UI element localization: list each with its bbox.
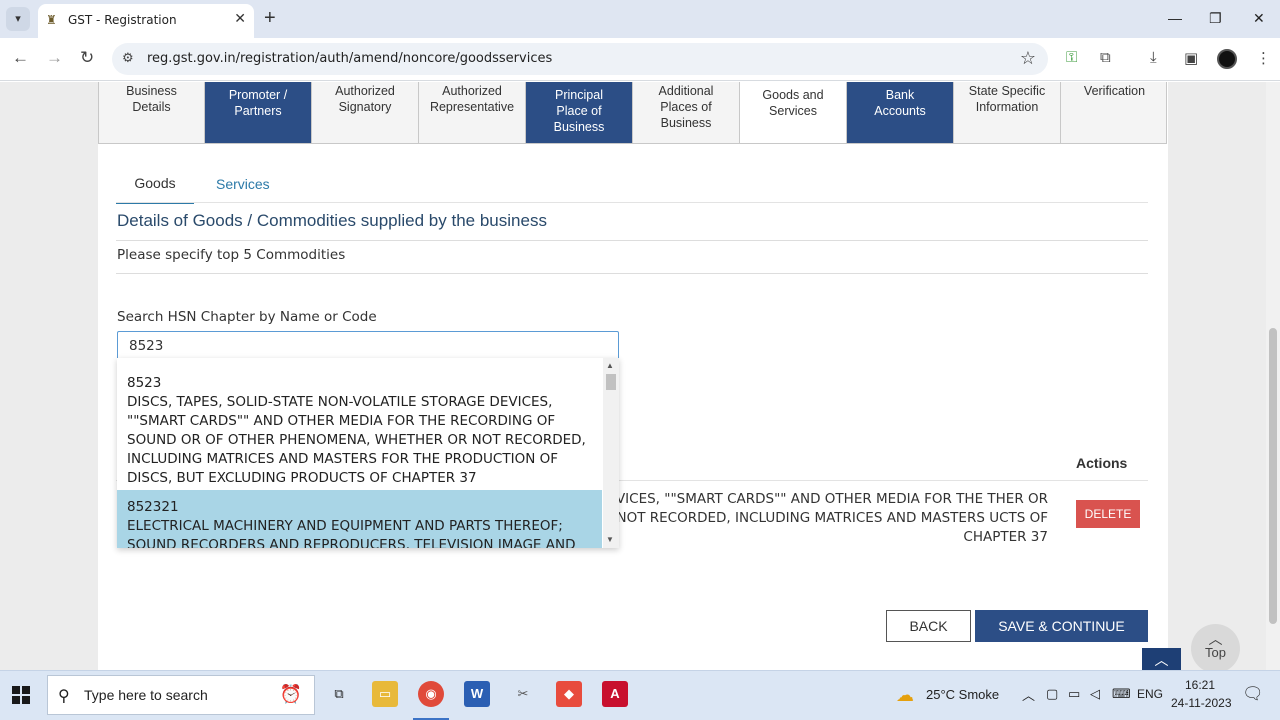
volume-muted-icon[interactable]: ◁: [1090, 686, 1100, 702]
browser-tab-strip: ▾ ♜ GST - Registration ✕ + — ❐ ✕: [0, 0, 1280, 38]
acrobat-icon[interactable]: A: [602, 681, 628, 707]
back-arrow-icon[interactable]: ←: [12, 48, 29, 68]
step-authorized-representative[interactable]: Authorized Representative: [419, 82, 526, 143]
clock-time[interactable]: 16:21: [1185, 678, 1215, 692]
search-highlight-icon: ⏰: [279, 684, 302, 704]
window-close-icon[interactable]: ✕: [1253, 10, 1265, 27]
windows-start-icon[interactable]: [12, 686, 30, 704]
weather-icon: ☁: [896, 685, 914, 705]
bookmark-star-icon[interactable]: ☆: [1020, 48, 1036, 69]
forward-arrow-icon[interactable]: →: [46, 48, 63, 68]
tabs-divider: [116, 202, 1148, 203]
browser-toolbar: ← → ↻ ⚙ reg.gst.gov.in/registration/auth…: [0, 38, 1280, 81]
hsn-option-code: 852321: [127, 499, 179, 515]
step-additional-places[interactable]: Additional Places of Business: [633, 82, 740, 143]
divider: [116, 240, 1148, 241]
extension-key-icon[interactable]: ⚿: [1066, 49, 1077, 66]
emblem-favicon-icon: ♜: [46, 13, 57, 27]
page-scrollbar[interactable]: [1266, 82, 1280, 670]
notifications-icon[interactable]: 🗨: [1242, 684, 1264, 704]
clock-date[interactable]: 24-11-2023: [1171, 696, 1232, 710]
address-bar[interactable]: ⚙ reg.gst.gov.in/registration/auth/amend…: [112, 43, 1048, 75]
site-info-icon[interactable]: ⚙: [122, 50, 134, 66]
download-icon[interactable]: ⤓: [1150, 49, 1157, 66]
hsn-option-852321[interactable]: 852321 ELECTRICAL MACHINERY AND EQUIPMEN…: [117, 490, 602, 548]
snipping-tool-icon[interactable]: ✂: [510, 681, 536, 707]
dropdown-scrollbar[interactable]: ▲ ▼: [603, 358, 619, 548]
side-panel-icon[interactable]: ▣: [1184, 49, 1198, 67]
meet-now-icon[interactable]: ▢: [1046, 686, 1058, 702]
step-principal-place[interactable]: Principal Place of Business: [526, 82, 633, 143]
url-text[interactable]: reg.gst.gov.in/registration/auth/amend/n…: [147, 51, 552, 66]
step-bank-accounts[interactable]: Bank Accounts: [847, 82, 954, 143]
delete-button[interactable]: DELETE: [1076, 500, 1140, 528]
input-indicator-icon[interactable]: ⌨: [1112, 686, 1131, 702]
browser-tab[interactable]: ♜ GST - Registration ✕: [38, 4, 254, 38]
chevron-up-icon[interactable]: ︿: [1142, 648, 1181, 670]
tab-title: GST - Registration: [68, 13, 177, 27]
restore-icon[interactable]: ❐: [1209, 10, 1222, 27]
specify-hint: Please specify top 5 Commodities: [117, 247, 346, 263]
scroll-down-arrow-icon[interactable]: ▼: [606, 535, 614, 544]
step-business-details[interactable]: Business Details: [99, 82, 205, 143]
close-tab-icon[interactable]: ✕: [234, 10, 246, 27]
actions-column-header: Actions: [1076, 455, 1128, 471]
language-indicator[interactable]: ENG: [1137, 687, 1163, 701]
profile-avatar[interactable]: [1217, 49, 1237, 69]
top-label: Top: [1205, 645, 1226, 660]
chrome-icon[interactable]: ◉: [418, 681, 444, 707]
dropdown-scroll-thumb[interactable]: [606, 374, 616, 390]
search-icon: ⚲: [58, 688, 70, 705]
new-tab-icon[interactable]: +: [264, 8, 276, 28]
step-promoter-partners[interactable]: Promoter / Partners: [205, 82, 312, 143]
commodity-row-description: VICES, ""SMART CARDS"" AND OTHER MEDIA F…: [615, 491, 1048, 545]
page-scroll-thumb[interactable]: [1269, 328, 1277, 624]
divider: [116, 273, 1148, 274]
hsn-option-desc: ELECTRICAL MACHINERY AND EQUIPMENT AND P…: [127, 518, 576, 548]
scroll-up-arrow-icon[interactable]: ▲: [606, 361, 614, 370]
registration-steps: Business Details Promoter / Partners Aut…: [98, 82, 1167, 144]
network-icon[interactable]: ▭: [1068, 686, 1080, 702]
step-goods-services[interactable]: Goods and Services: [740, 82, 847, 143]
hsn-option-code: 8523: [127, 375, 162, 391]
taskbar-search-placeholder: Type here to search: [84, 687, 208, 703]
word-icon[interactable]: W: [464, 681, 490, 707]
section-title: Details of Goods / Commodities supplied …: [117, 211, 547, 230]
tab-search-icon[interactable]: ▾: [6, 7, 30, 31]
hsn-search-label: Search HSN Chapter by Name or Code: [117, 309, 377, 325]
task-view-icon[interactable]: ⧉: [326, 681, 352, 707]
reload-icon[interactable]: ↻: [80, 48, 94, 68]
chrome-menu-icon[interactable]: ⋮: [1256, 49, 1271, 67]
step-authorized-signatory[interactable]: Authorized Signatory: [312, 82, 419, 143]
anydesk-icon[interactable]: ◆: [556, 681, 582, 707]
hsn-option-8523[interactable]: 8523 DISCS, TAPES, SOLID-STATE NON-VOLAT…: [117, 366, 602, 496]
back-to-top-button[interactable]: ︿ Top: [1191, 624, 1240, 673]
hsn-option-desc: DISCS, TAPES, SOLID-STATE NON-VOLATILE S…: [127, 394, 586, 486]
step-verification[interactable]: Verification: [1061, 82, 1168, 143]
taskbar-search-box[interactable]: ⚲ Type here to search ⏰: [47, 675, 315, 715]
step-state-specific[interactable]: State Specific Information: [954, 82, 1061, 143]
tab-goods[interactable]: Goods: [116, 170, 194, 204]
weather-text[interactable]: 25°C Smoke: [926, 687, 999, 702]
windows-taskbar: ⚲ Type here to search ⏰ ⧉ ▭ ◉ W ✂ ◆ A ☁ …: [0, 670, 1280, 720]
file-explorer-icon[interactable]: ▭: [372, 681, 398, 707]
save-continue-button[interactable]: SAVE & CONTINUE: [975, 610, 1148, 642]
hsn-search-input[interactable]: [117, 331, 619, 361]
tab-services[interactable]: Services: [216, 170, 270, 192]
tray-chevron-up-icon[interactable]: ︿: [1022, 685, 1035, 704]
back-button[interactable]: BACK: [886, 610, 971, 642]
extensions-puzzle-icon[interactable]: ⧉: [1100, 49, 1111, 66]
minimize-icon[interactable]: —: [1168, 10, 1182, 26]
hsn-autocomplete-list: 8523 DISCS, TAPES, SOLID-STATE NON-VOLAT…: [117, 358, 619, 548]
